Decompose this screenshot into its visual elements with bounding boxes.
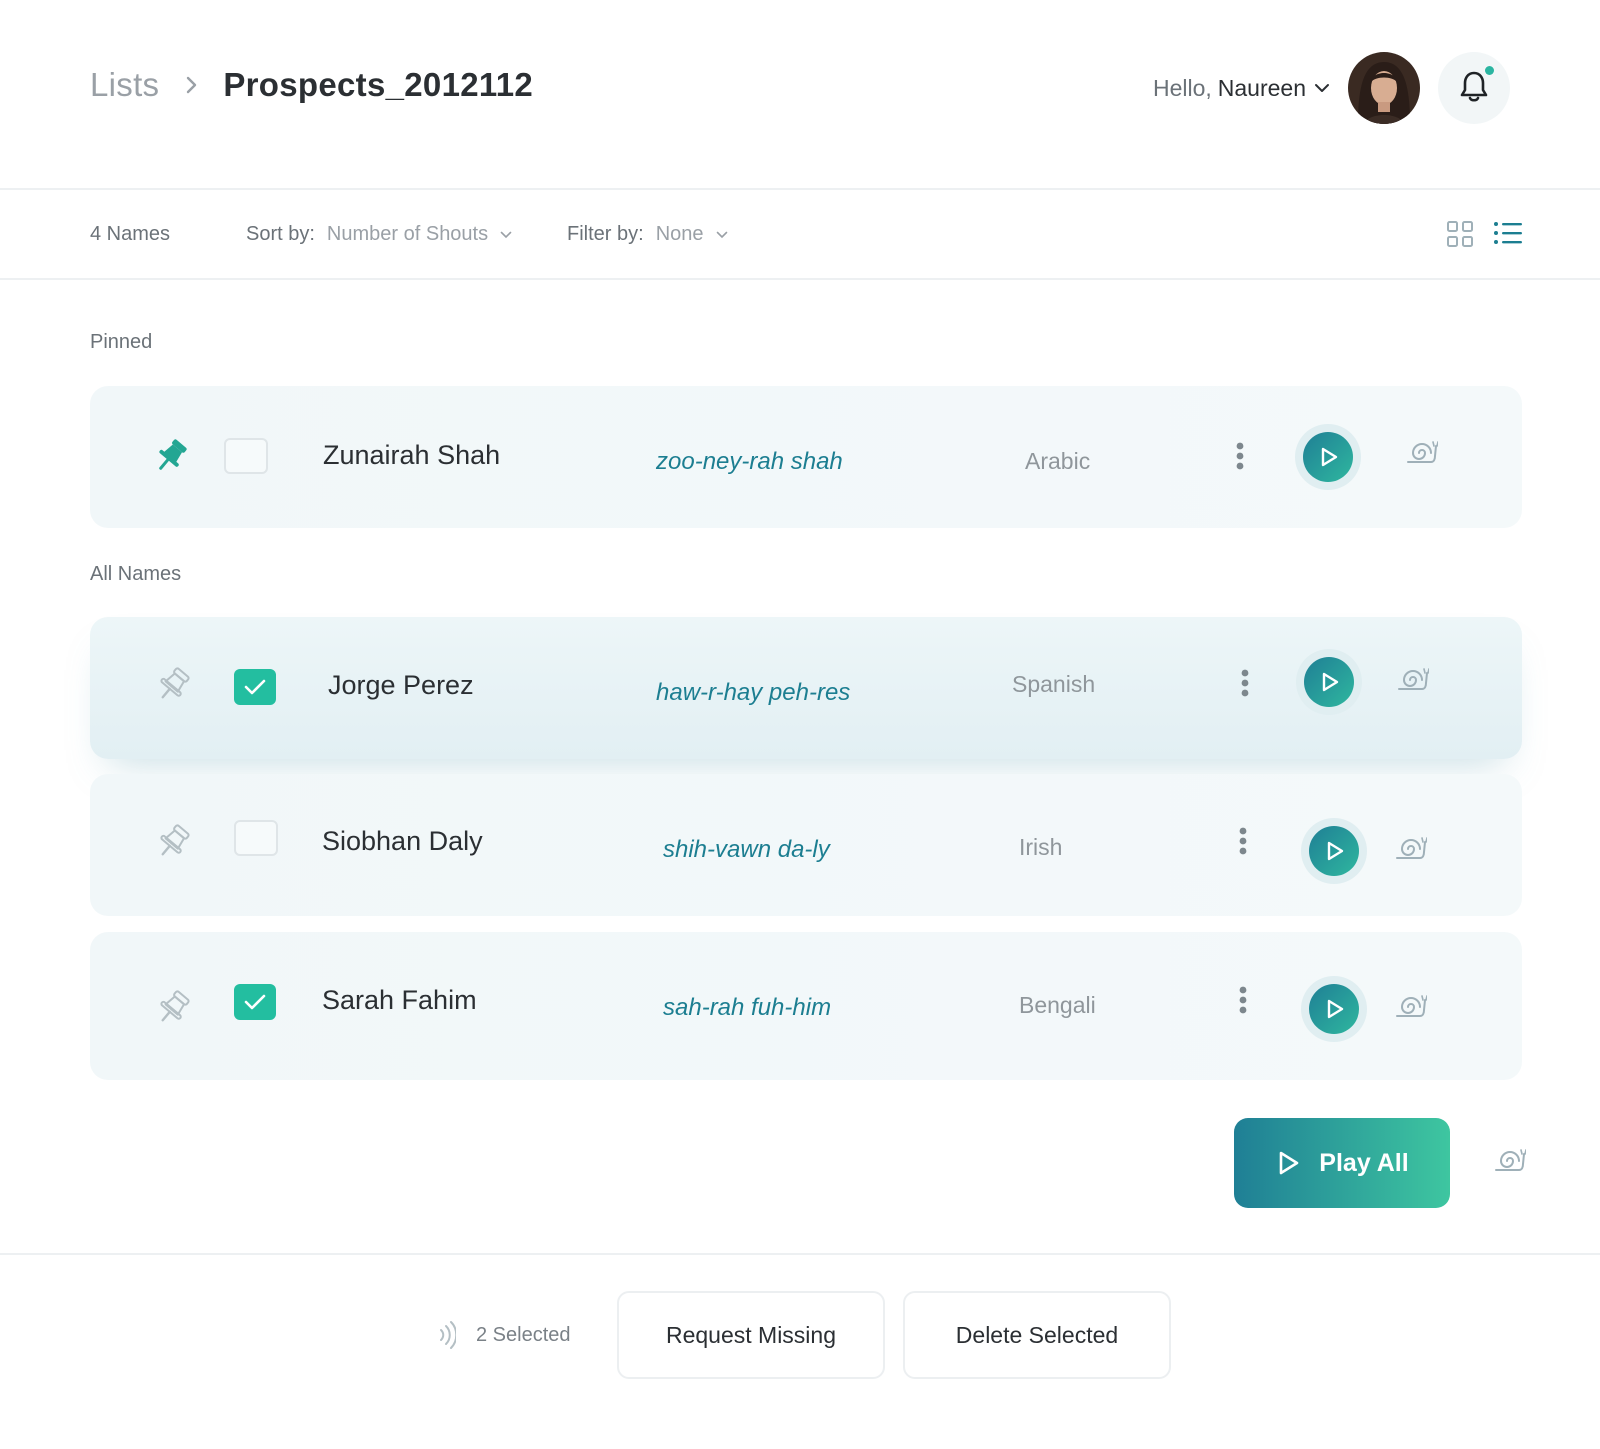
pin-icon[interactable] bbox=[154, 990, 192, 1031]
play-icon bbox=[1304, 657, 1354, 707]
selected-count: 2 Selected bbox=[476, 1323, 571, 1346]
play-button[interactable] bbox=[1301, 976, 1367, 1042]
request-missing-label: Request Missing bbox=[665, 1321, 837, 1348]
chevron-down-icon bbox=[716, 231, 728, 239]
row-checkbox[interactable] bbox=[224, 438, 268, 474]
delete-selected-label: Delete Selected bbox=[955, 1321, 1119, 1348]
delete-selected-button[interactable]: Delete Selected bbox=[903, 1291, 1171, 1379]
filter-dropdown[interactable]: Filter by: None bbox=[567, 223, 728, 246]
kebab-icon[interactable] bbox=[1241, 669, 1249, 702]
row-language: Arabic bbox=[1025, 448, 1091, 474]
row-checkbox[interactable] bbox=[234, 984, 276, 1020]
sort-value: Number of Shouts bbox=[326, 223, 489, 245]
chevron-right-icon bbox=[185, 75, 199, 95]
sound-wave-icon bbox=[440, 1321, 456, 1349]
row-checkbox[interactable] bbox=[234, 669, 276, 705]
check-icon bbox=[244, 994, 266, 1010]
row-checkbox[interactable] bbox=[234, 820, 278, 856]
row-name: Jorge Perez bbox=[328, 670, 474, 700]
row-phonetic: haw-r-hay peh-res bbox=[656, 679, 851, 706]
page-title: Prospects_2012112 bbox=[223, 66, 534, 103]
play-icon bbox=[1279, 1151, 1299, 1175]
row-language: Spanish bbox=[1012, 671, 1096, 697]
chevron-down-icon bbox=[1314, 82, 1330, 94]
header: Lists Prospects_2012112 Hello, Naureen bbox=[0, 0, 1600, 190]
row-name: Sarah Fahim bbox=[322, 985, 477, 1015]
user-menu: Hello, Naureen bbox=[1153, 52, 1510, 124]
play-button[interactable] bbox=[1295, 424, 1361, 490]
snail-icon[interactable] bbox=[1395, 994, 1428, 1025]
bell-icon bbox=[1459, 69, 1489, 108]
row-language: Bengali bbox=[1019, 992, 1096, 1018]
play-icon bbox=[1309, 826, 1359, 876]
toolbar: 4 Names Sort by: Number of Shouts Filter… bbox=[0, 190, 1600, 280]
all-names-section-label: All Names bbox=[90, 563, 182, 585]
snail-icon[interactable] bbox=[1494, 1148, 1527, 1179]
footer-action-bar: 2 Selected Request Missing Delete Select… bbox=[0, 1253, 1600, 1449]
row-name: Siobhan Daly bbox=[322, 826, 483, 856]
play-icon bbox=[1303, 432, 1353, 482]
play-all-label: Play All bbox=[1319, 1148, 1409, 1177]
kebab-icon[interactable] bbox=[1239, 986, 1247, 1019]
play-button[interactable] bbox=[1296, 649, 1362, 715]
play-button[interactable] bbox=[1301, 818, 1367, 884]
row-name: Zunairah Shah bbox=[323, 440, 501, 470]
filter-label: Filter by: bbox=[567, 223, 644, 245]
breadcrumb: Lists Prospects_2012112 bbox=[90, 66, 533, 104]
pinned-section-label: Pinned bbox=[90, 331, 153, 353]
list-view-icon[interactable] bbox=[1493, 220, 1523, 251]
user-name: Naureen bbox=[1217, 74, 1306, 101]
kebab-icon[interactable] bbox=[1239, 827, 1247, 860]
notification-dot bbox=[1485, 66, 1494, 75]
row-phonetic: zoo-ney-rah shah bbox=[656, 448, 843, 475]
pin-icon[interactable] bbox=[152, 438, 190, 479]
pin-icon[interactable] bbox=[154, 824, 192, 865]
snail-icon[interactable] bbox=[1395, 836, 1428, 867]
breadcrumb-lists-link[interactable]: Lists bbox=[90, 66, 159, 104]
chevron-down-icon bbox=[500, 231, 512, 239]
grid-view-icon[interactable] bbox=[1446, 220, 1474, 253]
pin-icon[interactable] bbox=[154, 667, 192, 708]
sort-label: Sort by: bbox=[246, 223, 315, 245]
play-icon bbox=[1309, 984, 1359, 1034]
list-item: Siobhan Daly shih-vawn da-ly Irish bbox=[90, 774, 1522, 916]
sort-dropdown[interactable]: Sort by: Number of Shouts bbox=[246, 223, 512, 246]
play-all-button[interactable]: Play All bbox=[1234, 1118, 1450, 1208]
request-missing-button[interactable]: Request Missing bbox=[617, 1291, 885, 1379]
list-item: Sarah Fahim sah-rah fuh-him Bengali bbox=[90, 932, 1522, 1080]
notifications-button[interactable] bbox=[1438, 52, 1510, 124]
snail-icon[interactable] bbox=[1397, 667, 1430, 698]
kebab-icon[interactable] bbox=[1236, 442, 1244, 475]
greeting-text: Hello, bbox=[1152, 74, 1212, 101]
user-menu-toggle[interactable]: Hello, Naureen bbox=[1153, 75, 1330, 102]
check-icon bbox=[244, 679, 266, 695]
list-item: Jorge Perez haw-r-hay peh-res Spanish bbox=[90, 617, 1522, 759]
avatar[interactable] bbox=[1348, 52, 1420, 124]
snail-icon[interactable] bbox=[1406, 440, 1439, 471]
filter-value: None bbox=[655, 223, 704, 245]
row-language: Irish bbox=[1019, 834, 1063, 860]
list-item: Zunairah Shah zoo-ney-rah shah Arabic bbox=[90, 386, 1522, 528]
selection-status: 2 Selected bbox=[438, 1319, 571, 1351]
row-phonetic: shih-vawn da-ly bbox=[663, 836, 830, 863]
row-phonetic: sah-rah fuh-him bbox=[663, 994, 832, 1021]
names-count: 4 Names bbox=[90, 223, 171, 245]
